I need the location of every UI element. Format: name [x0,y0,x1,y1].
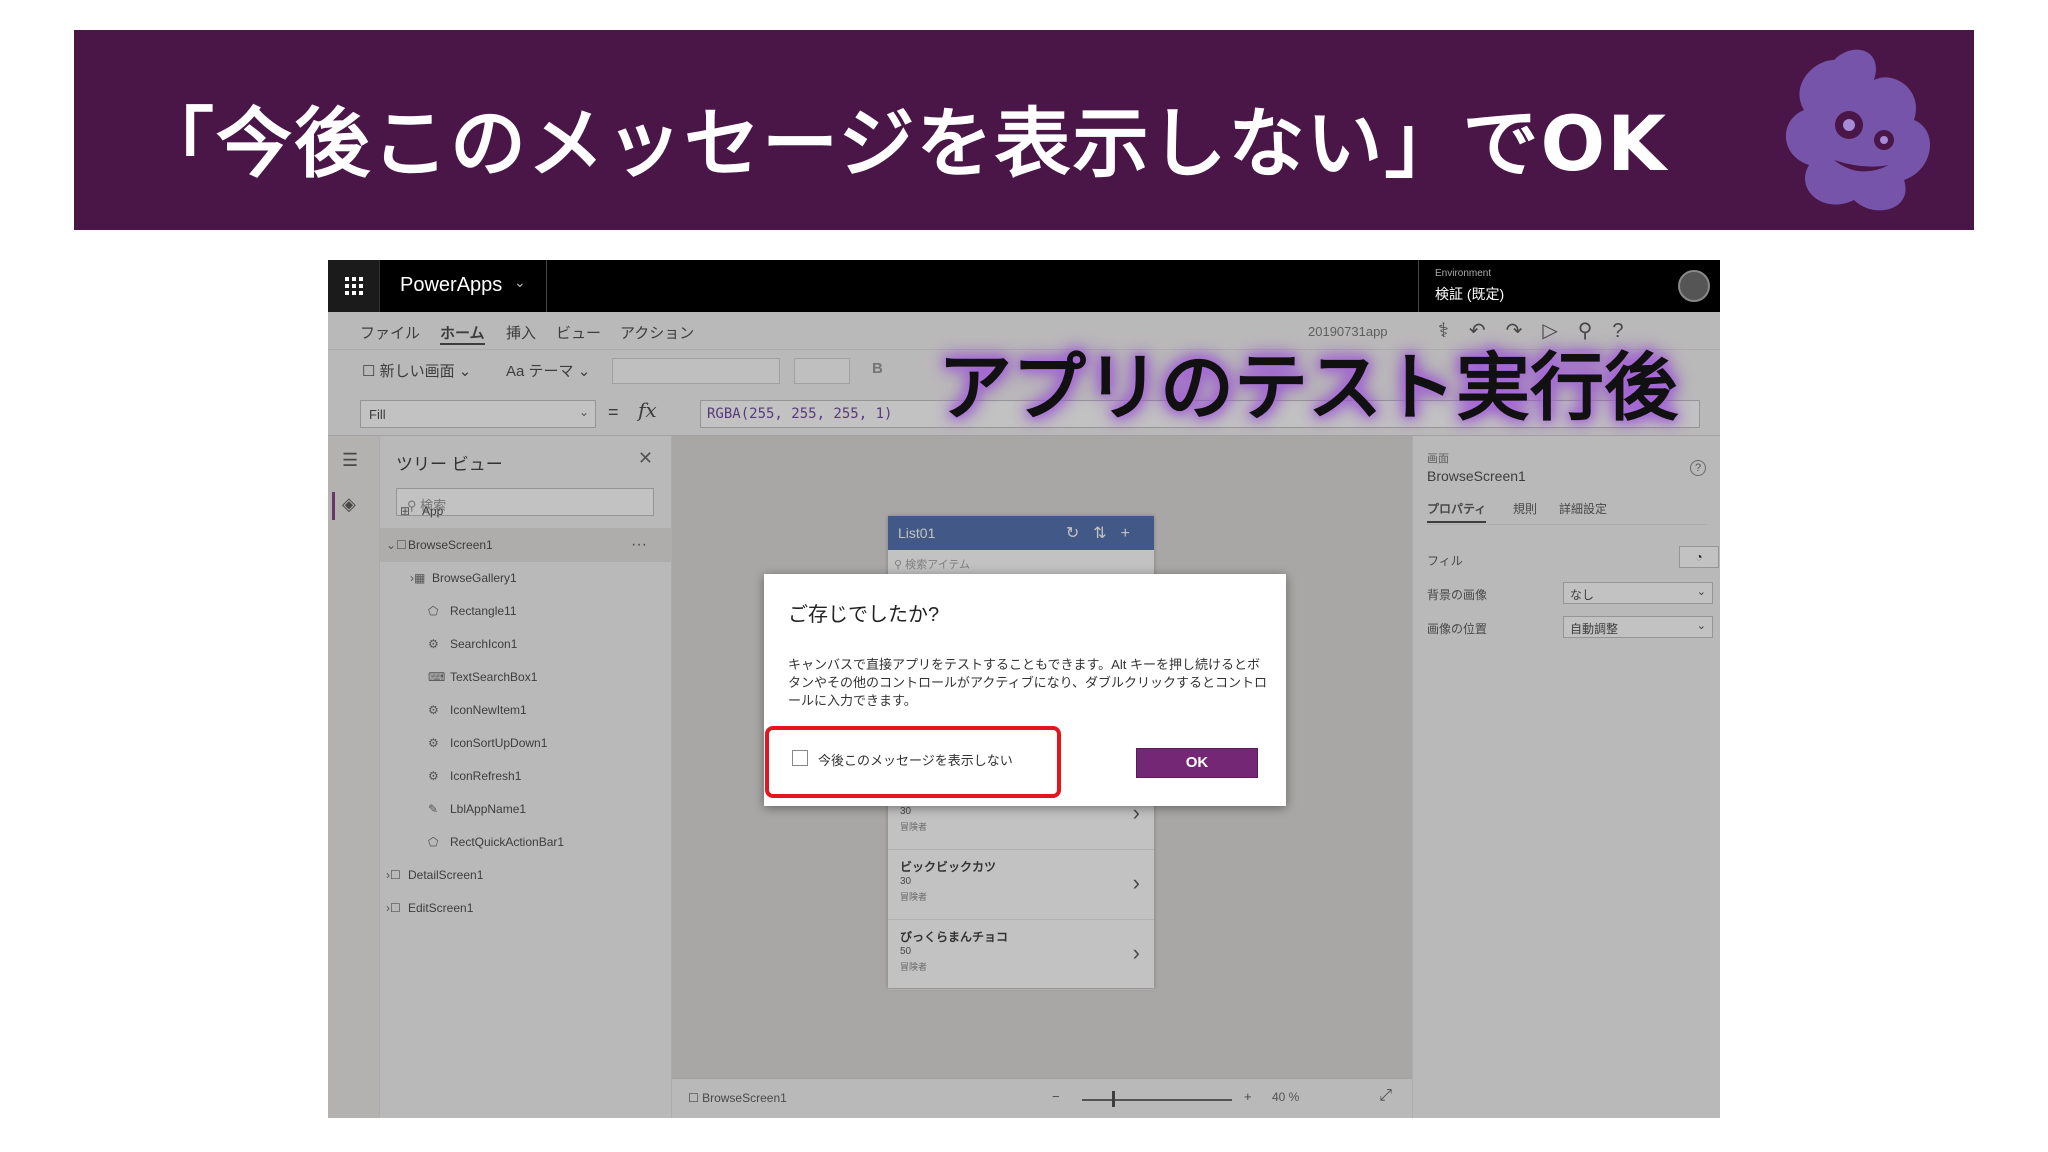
slide-title: 「今後このメッセージを表示しない」でOK [138,99,1668,188]
waffle-icon [344,277,363,295]
slide: 「今後このメッセージを表示しない」でOK PowerApps ⌄ Environ… [0,0,2048,1152]
divider [546,260,547,312]
environment-picker[interactable]: Environment 検証 (既定) [1418,260,1668,312]
powerapps-screenshot: PowerApps ⌄ Environment 検証 (既定) ファイル ホーム… [328,260,1720,1118]
app-launcher-button[interactable] [328,260,380,312]
title-banner: 「今後このメッセージを表示しない」でOK [74,30,1974,230]
top-bar: PowerApps ⌄ Environment 検証 (既定) [328,260,1720,312]
dragon-logo-icon [1785,49,1931,211]
chevron-down-icon[interactable]: ⌄ [514,274,526,291]
ok-button[interactable]: OK [1136,748,1258,778]
user-avatar[interactable] [1678,270,1710,302]
highlight-box [765,726,1061,798]
dialog-body: キャンバスで直接アプリをテストすることもできます。Alt キーを押し続けるとボタ… [788,657,1268,708]
overlay-caption: アプリのテスト実行後 [938,345,1678,431]
environment-label: Environment [1435,268,1492,279]
environment-value: 検証 (既定) [1435,286,1505,302]
app-name[interactable]: PowerApps [400,274,502,297]
dialog-title: ご存じでしたか? [788,604,940,626]
